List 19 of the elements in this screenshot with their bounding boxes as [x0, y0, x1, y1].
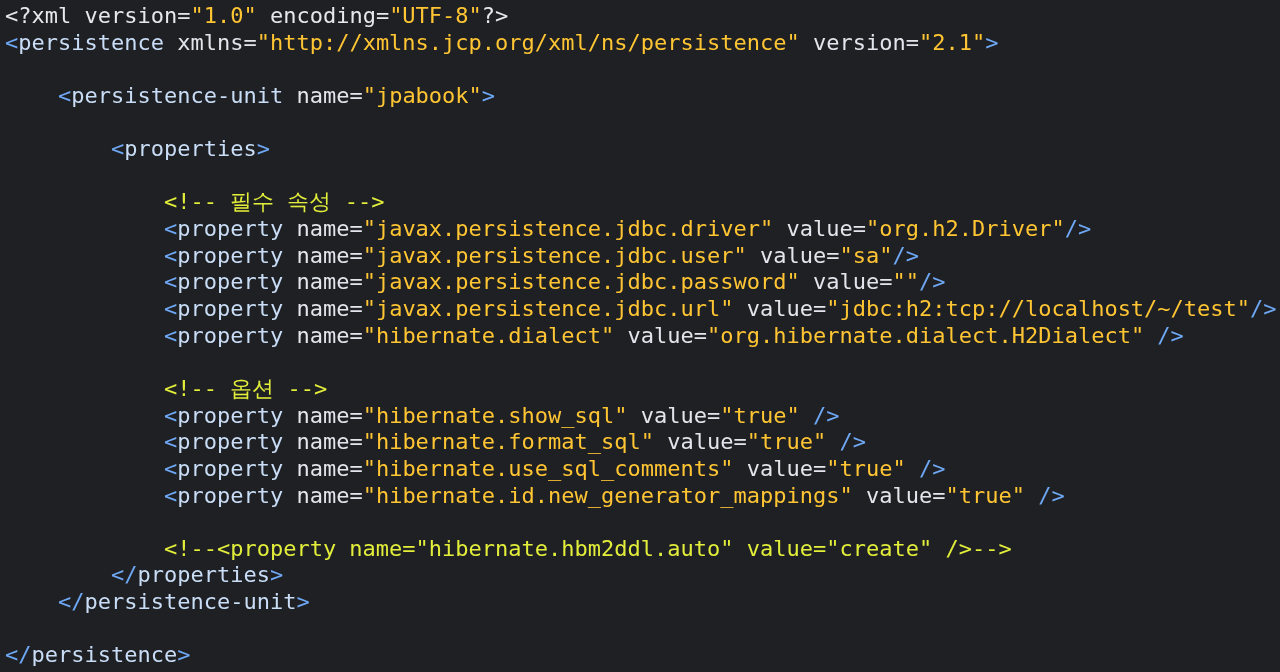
code-line: </properties> — [109, 562, 284, 590]
code-line: <property name="javax.persistence.jdbc.password" value=""/> — [162, 269, 946, 297]
code-line: </persistence> — [5, 642, 191, 669]
code-line: <!--<property name="hibernate.hbm2ddl.auto" value="create" />--> — [162, 535, 1012, 563]
code-line: <property name="hibernate.dialect" value="org.hibernate.dialect.H2Dialect" /> — [162, 322, 1184, 350]
code-line: <persistence-unit name="jpabook"> — [56, 82, 496, 110]
code-line: </persistence-unit> — [56, 589, 310, 616]
code-line: <property name="javax.persistence.jdbc.url" value="jdbc:h2:tcp://localhost/~/test"/> — [162, 296, 1277, 323]
code-line: <property name="hibernate.format_sql" value="true" /> — [162, 429, 866, 456]
code-line: <property name="javax.persistence.jdbc.driver" value="org.h2.Driver"/> — [162, 216, 1092, 243]
code-line: <!-- 옵션 --> — [162, 375, 328, 403]
code-line: <?xml version="1.0" encoding="UTF-8"?> — [5, 3, 509, 30]
code-line: <persistence xmlns="http://xmlns.jcp.org/xml/ns/persistence" version="2.1"> — [5, 29, 999, 57]
code-line: <property name="hibernate.id.new_generator_mappings" value="true" /> — [162, 482, 1065, 510]
code-line: <property name="javax.persistence.jdbc.user" value="sa"/> — [162, 242, 919, 270]
code-line: <!-- 필수 속성 --> — [162, 189, 385, 217]
code-line: <property name="hibernate.use_sql_comments" value="true" /> — [162, 455, 946, 483]
code-line: <properties> — [109, 136, 270, 163]
code-line: <property name="hibernate.show_sql" value="true" /> — [162, 402, 840, 430]
